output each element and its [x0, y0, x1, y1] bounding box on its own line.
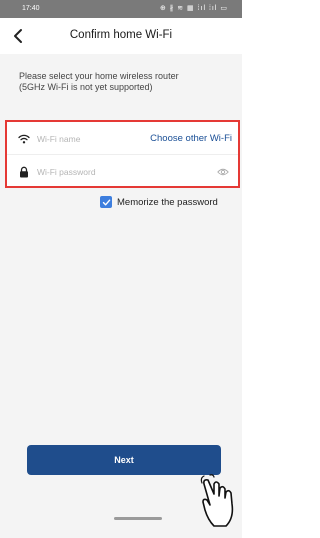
wifi-icon: [18, 134, 30, 144]
tap-hand-icon: [200, 474, 234, 527]
lock-icon: [20, 166, 28, 178]
wifi-name-input[interactable]: [37, 131, 147, 147]
memorize-checkbox[interactable]: [100, 196, 112, 208]
wifi-password-row: [7, 156, 238, 188]
wifi-name-row: Choose other Wi-Fi: [7, 123, 238, 155]
main-content: Please select your home wireless router(…: [0, 54, 242, 538]
checkmark-icon: [102, 199, 110, 206]
choose-other-wifi-link[interactable]: Choose other Wi-Fi: [150, 133, 232, 144]
wifi-form-card: Choose other Wi-Fi: [5, 120, 240, 188]
memorize-password-option[interactable]: Memorize the password: [100, 195, 218, 209]
next-button[interactable]: Next: [27, 445, 221, 475]
status-icons: ⊕ ∦ ≋ ▦ ⁞ıl ⁞ıl ▭: [159, 5, 228, 12]
wifi-password-input[interactable]: [37, 164, 147, 180]
status-time: 17:40: [22, 5, 40, 12]
eye-icon[interactable]: [217, 167, 229, 177]
home-indicator[interactable]: [114, 517, 162, 520]
status-bar: 17:40 ⊕ ∦ ≋ ▦ ⁞ıl ⁞ıl ▭: [0, 0, 242, 18]
page-title: Confirm home Wi-Fi: [69, 29, 173, 41]
memorize-label: Memorize the password: [117, 196, 218, 208]
instructions-text: Please select your home wireless router(…: [19, 71, 179, 92]
nav-bar: Confirm home Wi-Fi: [0, 18, 242, 54]
